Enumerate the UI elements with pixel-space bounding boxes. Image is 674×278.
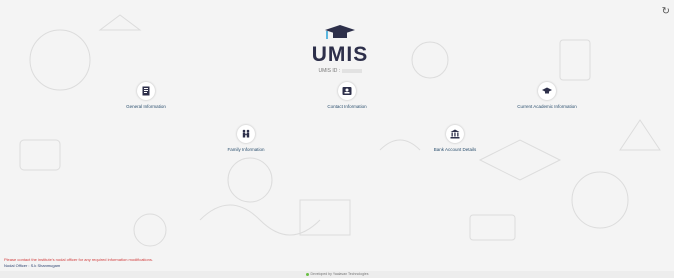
nodal-officer-name: Nodal Officer : S.k Shanmugam — [4, 263, 61, 268]
nodal-officer-notice: Please contact the institute's nodal off… — [4, 257, 153, 262]
page: ↻ UMIS UMIS ID : General Information Con… — [0, 0, 674, 278]
footer: Developed by Yaalavan Technologies — [0, 271, 674, 278]
tile-family-information[interactable]: Family Information — [201, 125, 291, 152]
graduation-cap-icon — [538, 82, 556, 100]
graduation-cap-logo-icon — [325, 25, 355, 39]
tile-label: Current Academic Information — [517, 104, 577, 109]
tile-label: Contact Information — [327, 104, 367, 109]
developer-logo-icon — [305, 272, 309, 276]
tile-contact-information[interactable]: Contact Information — [302, 82, 392, 109]
tile-label: Bank Account Details — [433, 147, 477, 152]
tile-general-information[interactable]: General Information — [101, 82, 191, 109]
brand-header: UMIS UMIS ID : — [305, 24, 375, 74]
tile-label: General Information — [126, 104, 166, 109]
footer-credit: Developed by Yaalavan Technologies — [310, 272, 369, 276]
tile-current-academic-information[interactable]: Current Academic Information — [502, 82, 592, 109]
document-icon — [137, 82, 155, 100]
tile-bank-account-details[interactable]: Bank Account Details — [410, 125, 500, 152]
umis-id: UMIS ID : — [305, 68, 375, 74]
umis-id-value-masked — [341, 68, 362, 73]
umis-id-label: UMIS ID : — [318, 68, 341, 74]
app-name: UMIS — [311, 43, 369, 66]
refresh-icon[interactable]: ↻ — [662, 6, 670, 17]
tile-label: Family Information — [227, 147, 265, 152]
bank-icon — [446, 125, 464, 143]
contact-card-icon — [338, 82, 356, 100]
family-icon — [237, 125, 255, 143]
